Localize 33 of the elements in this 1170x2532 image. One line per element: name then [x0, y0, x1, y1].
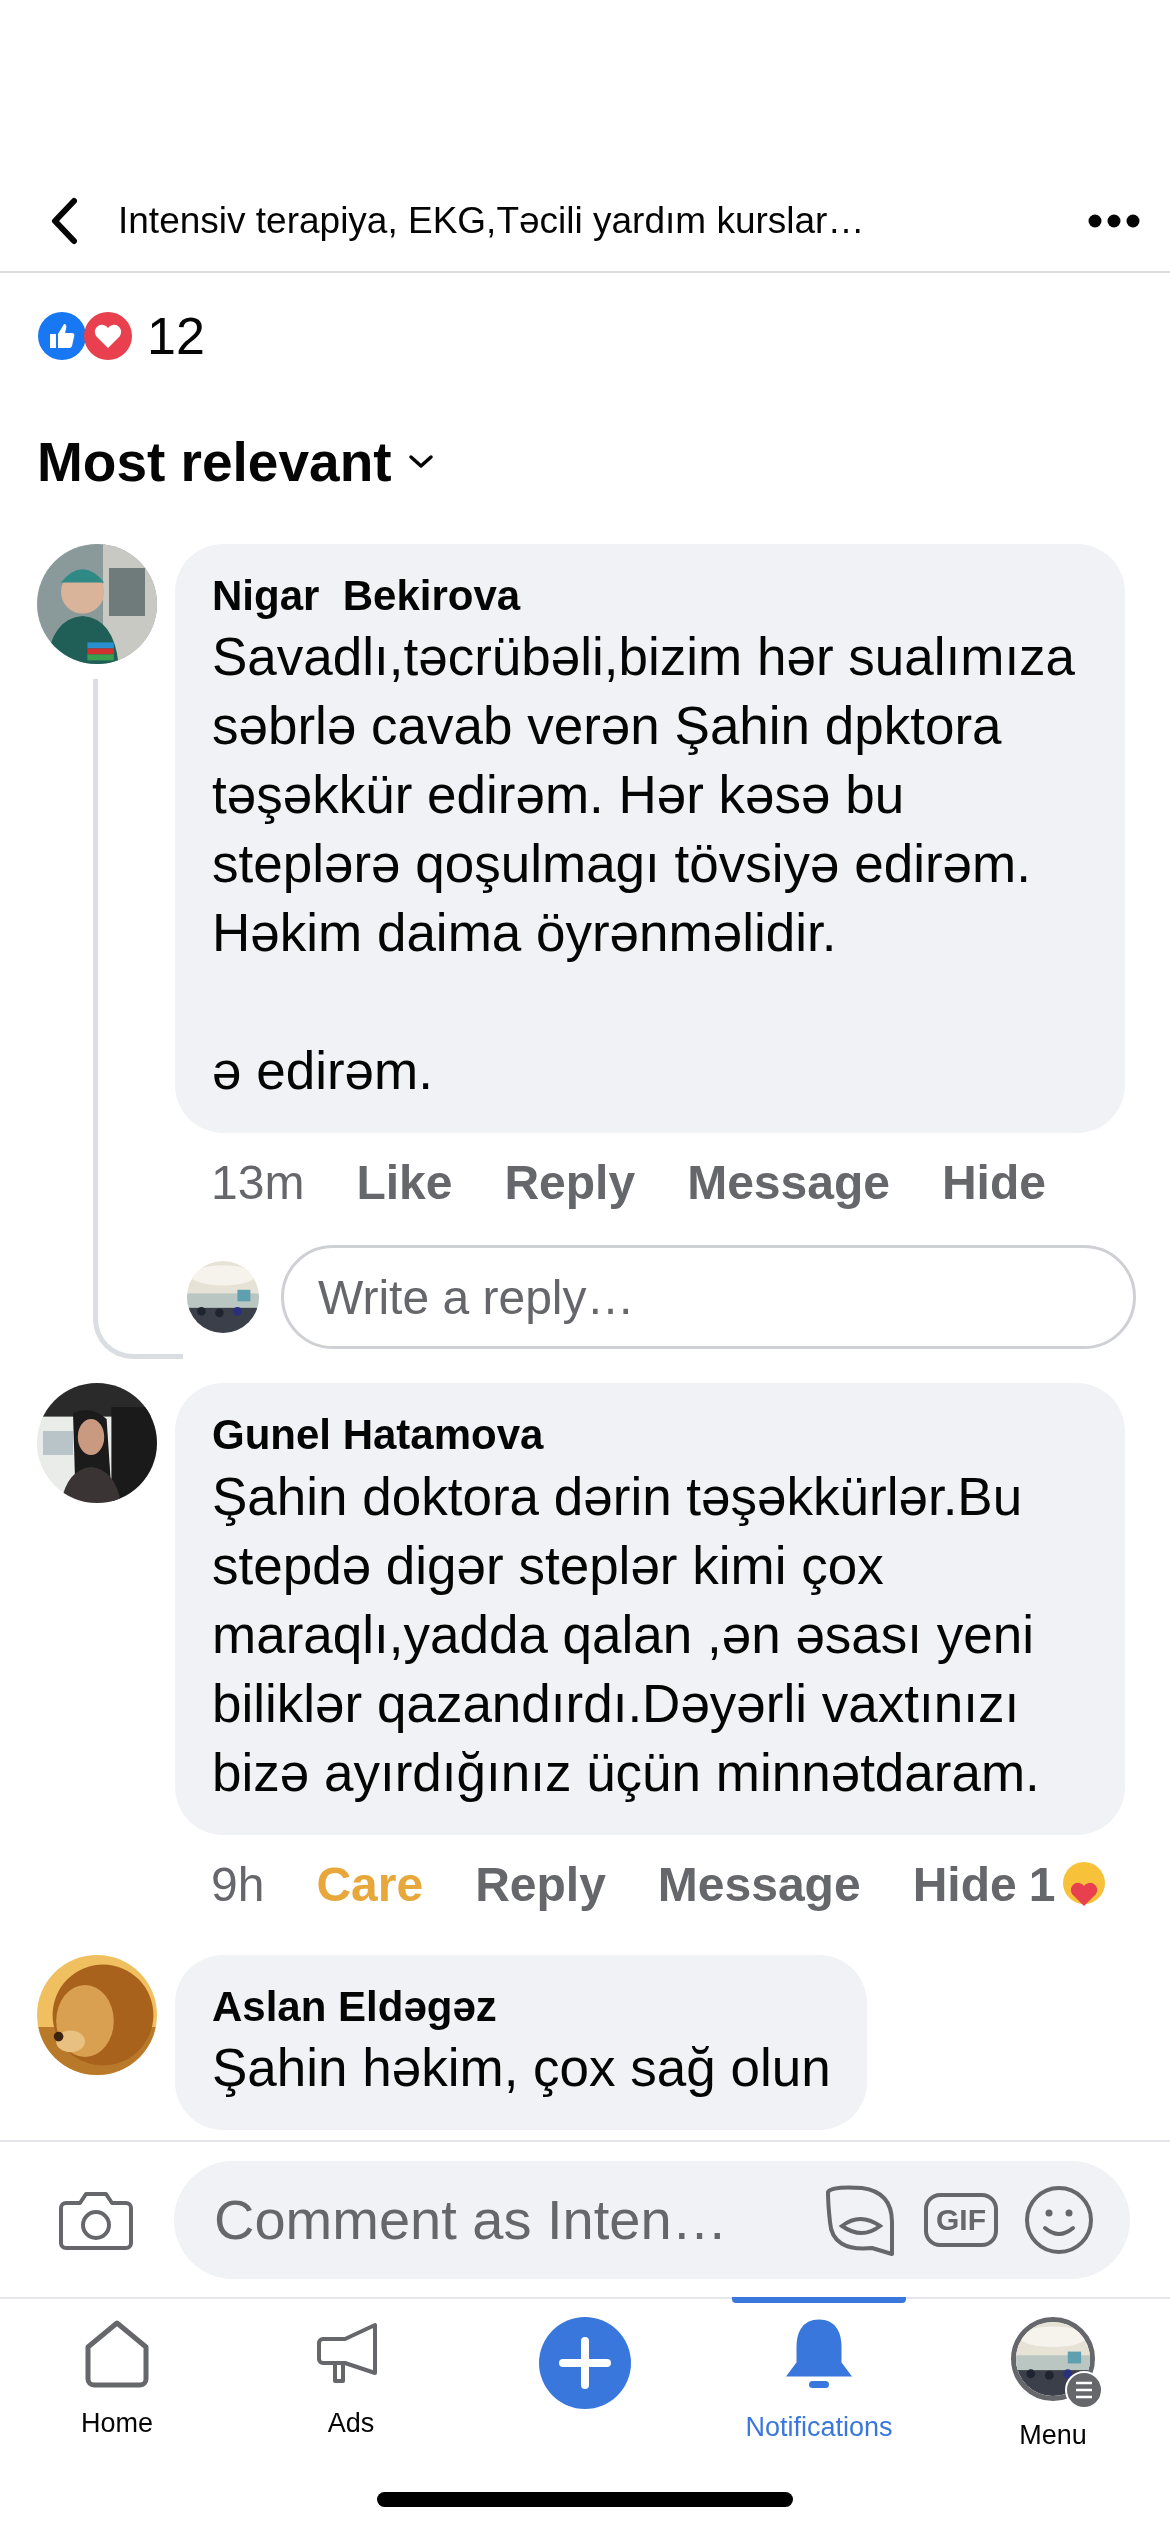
sort-label[interactable]: Most relevant — [37, 421, 392, 504]
nav-tab[interactable]: Menu — [936, 2299, 1170, 2532]
action-link[interactable]: Message — [657, 1848, 861, 1921]
back-icon[interactable] — [50, 196, 78, 245]
action-link[interactable]: Hide — [941, 1147, 1046, 1219]
chevron-down-icon[interactable] — [407, 454, 434, 471]
action-link[interactable]: Message — [687, 1147, 890, 1219]
author-name[interactable]: Gunel Hatamova — [212, 1409, 1089, 1462]
comment-text: Savadlı,təcrübəli,bizim hər sualımıza səbrlə cavab verən Şahin dpktora təşəkkür edirəm. Hər kəsə bu steplərə qoşulmagı tövsiyə edirəm. Həkim daima öyrənməlidir. ə edirəm. — [212, 626, 1077, 1102]
menu-icon — [1065, 2371, 1103, 2409]
comment-time: 9h — [211, 1856, 265, 1913]
more-icon[interactable] — [1088, 213, 1140, 228]
page-title: Intensiv terapiya, EKG,Təcili yardım kurslar… — [118, 198, 866, 243]
comment-time: 13m — [211, 1155, 305, 1211]
like-icon — [37, 311, 87, 361]
action-link[interactable]: Reply — [504, 1147, 636, 1219]
reaction-button[interactable]: Like — [356, 1147, 453, 1219]
emoji-icon[interactable] — [1024, 2184, 1094, 2255]
nav-tab[interactable]: Notifications — [702, 2299, 936, 2532]
comment-text: Şahin doktora dərin təşəkkürlər.Bu stepdə digər steplər kimi çox maraqlı,yadda qalan ,ən əsası yeni biliklər qazandırdı.Dəyərli vaxtınızı bizə ayırdığınız üçün minnətdaram. — [212, 1465, 1041, 1804]
comment-text: Şahin həkim, çox sağ olun — [212, 2037, 831, 2099]
reply-field[interactable]: Write a reply… — [281, 1245, 1136, 1349]
comment-field[interactable]: Comment as Inten… GIF — [174, 2160, 1130, 2279]
author-name[interactable]: Aslan Eldəgəz — [212, 1980, 831, 2033]
gif-button[interactable]: GIF — [924, 2192, 998, 2247]
reaction-count[interactable]: 1 — [1028, 1848, 1056, 1921]
action-link[interactable]: Hide — [912, 1848, 1017, 1921]
nav-tab[interactable]: Ads — [234, 2299, 468, 2532]
author-name[interactable]: Nigar Bekirova — [212, 569, 1089, 622]
action-link[interactable]: Reply — [475, 1848, 606, 1921]
plus-icon — [537, 2315, 633, 2411]
reaction-count[interactable]: 12 — [147, 297, 205, 375]
nav-tab[interactable]: Home — [0, 2299, 234, 2532]
